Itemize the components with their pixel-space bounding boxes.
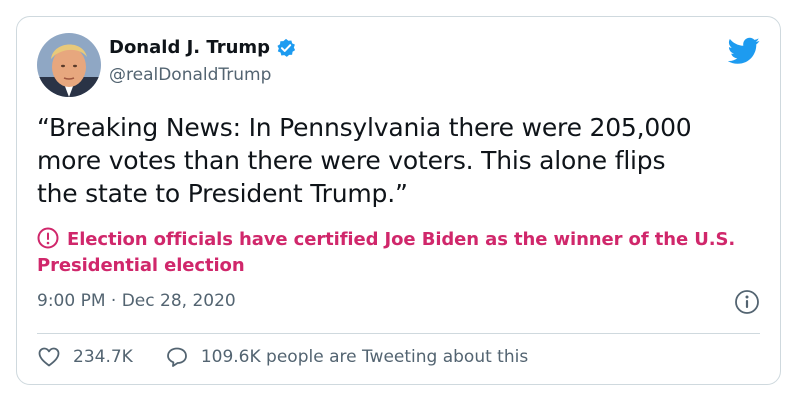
author-name-row: Donald J. Trump — [109, 37, 296, 58]
conversation-text: 109.6K people are Tweeting about this — [200, 347, 529, 367]
tweet-text: “Breaking News: In Pennsylvania there we… — [37, 113, 692, 208]
tweet-timestamp[interactable]: 9:00 PM · Dec 28, 2020 — [37, 291, 236, 311]
like-button[interactable]: 234.7K — [37, 345, 133, 369]
election-notice[interactable]: Election officials have certified Joe Bi… — [37, 227, 772, 279]
info-icon[interactable] — [734, 289, 760, 315]
exclamation-circle-icon — [37, 227, 59, 249]
author-name[interactable]: Donald J. Trump — [109, 37, 270, 58]
tweet-actions: 234.7K 109.6K people are Tweeting about … — [37, 345, 528, 369]
divider — [37, 333, 760, 334]
heart-icon — [38, 347, 60, 367]
author-handle[interactable]: @realDonaldTrump — [109, 65, 271, 85]
election-notice-text: Election officials have certified Joe Bi… — [37, 229, 736, 276]
twitter-bird-icon[interactable] — [727, 37, 760, 65]
speech-bubble-icon — [166, 347, 187, 367]
avatar[interactable] — [37, 33, 101, 97]
like-count: 234.7K — [73, 347, 133, 367]
conversation-link[interactable]: 109.6K people are Tweeting about this — [165, 345, 528, 369]
verified-badge-icon — [276, 38, 296, 58]
tweet-card[interactable]: Donald J. Trump @realDonaldTrump “Breaki… — [16, 16, 781, 385]
